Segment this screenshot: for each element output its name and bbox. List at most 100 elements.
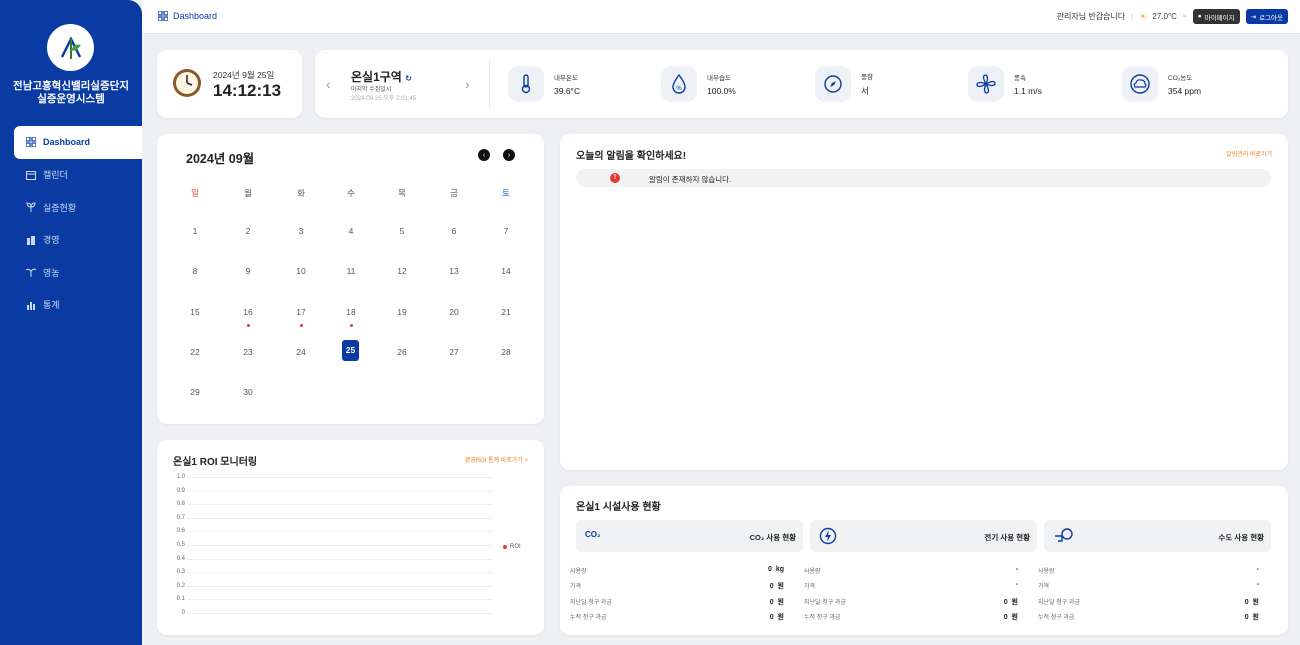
sensor-label: 내부온도 <box>554 75 578 82</box>
usage-card: 온실1 시설사용 현황 CO₂ CO₂ 사용 현황 전기 사용 현황 수도 사용… <box>560 486 1288 635</box>
calendar-day[interactable]: 12 <box>382 266 422 276</box>
usage-row-label: 지난달 청구 과금 <box>804 599 846 606</box>
greeting-text: 관리자님 반갑습니다 <box>1056 12 1126 21</box>
prev-zone-button[interactable]: ‹ <box>326 76 331 92</box>
roi-gridline <box>187 599 493 601</box>
sensor-label: CO₂농도 <box>1168 75 1193 82</box>
usage-row-label: 사용량 <box>570 569 587 575</box>
calendar-day[interactable]: 5 <box>382 226 422 236</box>
roi-y-tick: 0.1 <box>176 596 185 603</box>
roi-stats-link[interactable]: 경영ROI 통계 바로가기 > <box>465 455 528 464</box>
usage-row-value: 0 원 <box>1003 598 1018 606</box>
calendar-day[interactable]: 30 <box>228 387 268 397</box>
calendar-title: 2024년 09월 <box>186 152 255 166</box>
calendar-weekday: 월 <box>244 188 252 198</box>
legend-marker <box>503 545 507 549</box>
calendar-day[interactable]: 27 <box>434 347 474 357</box>
sidebar-item-label: 경영 <box>43 235 60 246</box>
roi-gridline <box>187 517 493 519</box>
usage-row-label: 누적 청구 과금 <box>570 614 607 621</box>
calendar-day[interactable]: 11 <box>331 266 371 276</box>
calendar-day[interactable]: 1 <box>175 226 215 236</box>
usage-row-value: 0 원 <box>1244 613 1259 621</box>
clock-card: 2024년 9월 25일 14:12:13 <box>157 50 302 118</box>
usage-row-value: - <box>1015 566 1018 573</box>
calendar-day[interactable]: 10 <box>281 266 321 276</box>
alert-empty-row: ! 알림이 존재하지 않습니다. <box>576 169 1271 187</box>
calendar-day[interactable]: 22 <box>175 347 215 357</box>
calendar-day[interactable]: 8 <box>175 266 215 276</box>
calendar-day[interactable]: 2 <box>228 226 268 236</box>
event-dot <box>299 323 303 327</box>
calendar-day[interactable]: 23 <box>228 347 268 357</box>
roi-gridline <box>187 490 493 492</box>
calendar-day[interactable]: 16 <box>228 307 268 317</box>
sidebar-nav: Dashboard 캘린더 실증현황 경영 영농 통계 <box>0 126 142 321</box>
humidity-icon: % <box>661 66 697 102</box>
sidebar-item-management[interactable]: 경영 <box>0 224 142 257</box>
thermometer-icon <box>508 66 544 102</box>
next-zone-button[interactable]: › <box>465 76 470 92</box>
calendar-day[interactable]: 28 <box>486 347 526 357</box>
refresh-icon[interactable]: ↻ <box>405 74 412 83</box>
usage-row-label: 사용량 <box>804 569 821 575</box>
calendar-day[interactable]: 21 <box>486 307 526 317</box>
logo[interactable] <box>47 24 94 71</box>
last-collected-time: 2024-09-25 오후 2:01:45 <box>351 96 417 102</box>
sidebar-item-farming[interactable]: 영농 <box>0 256 142 289</box>
usage-row-value: 0 원 <box>769 598 784 606</box>
calendar-day[interactable]: 19 <box>382 307 422 317</box>
calendar-day[interactable]: 15 <box>175 307 215 317</box>
calendar-day[interactable]: 4 <box>331 226 371 236</box>
wind-icon: ≈ <box>1182 13 1187 20</box>
alert-icon: ! <box>610 173 620 183</box>
calendar-day[interactable]: 9 <box>228 266 268 276</box>
calendar-day[interactable]: 18 <box>331 307 371 317</box>
sprout-icon <box>26 202 36 213</box>
calendar-day[interactable]: 13 <box>434 266 474 276</box>
prev-month-button[interactable]: ‹ <box>478 149 490 161</box>
zone-name-label: 온실1구역 <box>351 70 402 84</box>
sidebar-item-label: 실증현황 <box>43 202 77 213</box>
calendar-day[interactable]: 6 <box>434 226 474 236</box>
sidebar-item-statistics[interactable]: 통계 <box>0 289 142 322</box>
roi-y-tick: 0.9 <box>176 487 185 494</box>
usage-row-value: - <box>1015 581 1018 589</box>
roi-y-tick: 0.6 <box>176 528 185 535</box>
calendar-day[interactable]: 20 <box>434 307 474 317</box>
sun-icon: ☀ <box>1139 12 1147 21</box>
event-dot <box>349 323 353 327</box>
calendar-card: 2024년 09월 ‹ › 일 월 화 수 목 금 토 1 2 3 4 5 6 7 8 9 10 11 12 13 14… <box>157 134 544 424</box>
weather-temp: 27.0°C <box>1152 12 1177 21</box>
mypage-button[interactable]: ● 마이페이지 <box>1192 9 1240 24</box>
current-date: 2024년 9월 25일 <box>213 70 275 80</box>
next-month-button[interactable]: › <box>503 149 515 161</box>
sensor-temperature: 내부온도 39.6°C <box>508 66 580 102</box>
svg-text:%: % <box>676 86 682 92</box>
sidebar-item-dashboard[interactable]: Dashboard <box>14 126 142 159</box>
user-icon: ● <box>1197 13 1202 20</box>
calendar-day[interactable]: 17 <box>281 307 321 317</box>
usage-title: 온실1 시설사용 현황 <box>576 502 661 513</box>
usage-row-value: 0 원 <box>769 583 784 591</box>
calendar-day[interactable]: 14 <box>486 266 526 276</box>
system-name-line1: 전남고흥혁신밸리실증단지 <box>13 80 129 92</box>
calendar-day[interactable]: 26 <box>382 347 422 357</box>
logout-button[interactable]: ⇥ 로그아웃 <box>1245 9 1288 24</box>
calendar-day[interactable]: 29 <box>175 387 215 397</box>
co2-usage-header: CO₂ CO₂ 사용 현황 <box>576 520 803 552</box>
alert-manage-link[interactable]: 알림관리 바로가기 <box>1226 149 1272 158</box>
calendar-day[interactable]: 24 <box>281 347 321 357</box>
usage-row-label: 가격 <box>804 584 816 591</box>
sidebar-item-demo-status[interactable]: 실증현황 <box>0 191 142 224</box>
usage-row-label: 가격 <box>1038 584 1050 591</box>
last-collected-label: 마지막 수집일시 <box>351 87 392 93</box>
calendar-day[interactable]: 7 <box>486 226 526 236</box>
sensor-value: 39.6°C <box>554 86 581 96</box>
compass-icon <box>815 66 851 102</box>
calendar-day[interactable]: 3 <box>281 226 321 236</box>
breadcrumb[interactable]: Dashboard <box>158 11 217 21</box>
sidebar-item-calendar[interactable]: 캘린더 <box>0 159 142 192</box>
calendar-day[interactable]: 25 <box>342 339 359 361</box>
zone-name: 온실1구역 ↻ <box>351 68 412 85</box>
